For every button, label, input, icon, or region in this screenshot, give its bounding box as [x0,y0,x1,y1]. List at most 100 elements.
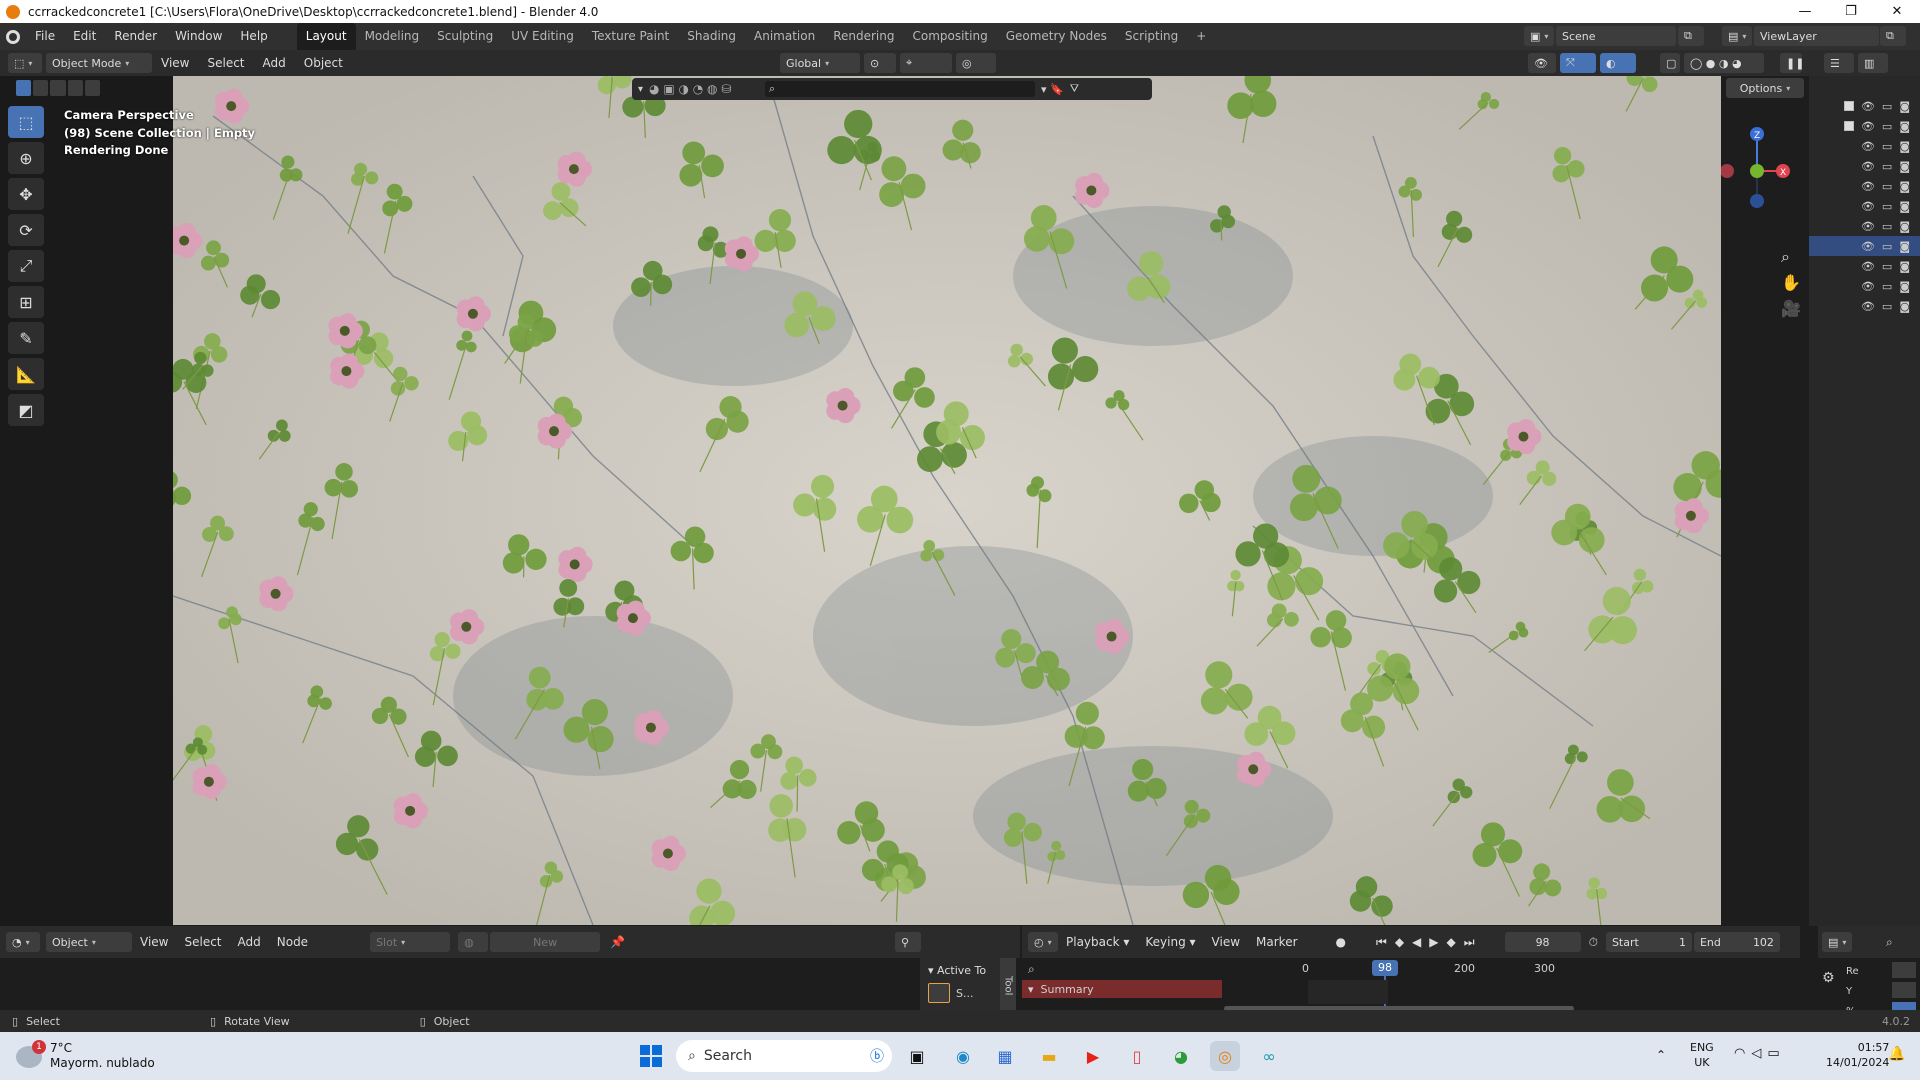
weather-text[interactable]: 7°C Mayorm. nublado [50,1041,155,1071]
pivot-icon[interactable]: ⊙ [864,53,896,73]
camera-render-icon[interactable]: ◙ [1899,300,1910,313]
visibility-icon[interactable]: 👁 [1528,53,1556,73]
record-icon[interactable]: ● [1336,935,1346,949]
shading-modes[interactable]: ◯ ● ◑ ◕ [1684,53,1764,73]
viewport-menu-view[interactable]: View [152,50,198,76]
view-layer-field[interactable]: ViewLayer [1754,26,1879,46]
eye-icon[interactable]: 👁 [1861,140,1875,153]
camera-render-icon[interactable]: ◙ [1899,260,1910,273]
jump-start-icon[interactable]: ⏮ [1376,935,1387,950]
eye-icon[interactable]: 👁 [1861,220,1875,233]
tab-geometry-nodes[interactable]: Geometry Nodes [997,23,1116,50]
pin-icon[interactable]: 📌 [610,935,625,949]
timeline-search[interactable]: ⌕ [1022,960,1222,978]
arduino-icon[interactable]: ∞ [1254,1041,1284,1071]
eye-icon[interactable]: 👁 [1861,180,1875,193]
select-new-icon[interactable] [16,80,32,96]
checkbox-icon[interactable] [1843,121,1854,131]
xray-icon[interactable]: ▢ [1660,53,1680,73]
playhead-frame[interactable]: 98 [1372,960,1398,976]
prev-keyframe-icon[interactable]: ◆ [1395,935,1404,950]
camera-render-icon[interactable]: ◙ [1899,200,1910,213]
jump-end-icon[interactable]: ⏭ [1464,935,1475,950]
close-button[interactable]: ✕ [1874,0,1920,23]
outliner-row[interactable]: 👁 ▭ ◙ [1809,176,1920,196]
tab-compositing[interactable]: Compositing [903,23,996,50]
summary-channel[interactable]: ▾ Summary [1022,980,1222,998]
eye-icon[interactable]: 👁 [1861,260,1875,273]
weather-widget[interactable]: 1 [16,1040,52,1072]
eye-icon[interactable]: 👁 [1861,160,1875,173]
task-view-icon[interactable]: ▣ [902,1041,932,1071]
eye-icon[interactable]: 👁 [1861,300,1875,313]
viewport-menu-select[interactable]: Select [198,50,253,76]
monitor-icon[interactable]: ▭ [1882,260,1892,273]
search-icon[interactable]: ⌕ [1886,935,1893,950]
proportional-edit-icon[interactable]: ◎ [956,53,996,73]
mode-dropdown[interactable]: Object Mode ▾ [46,53,152,73]
play-reverse-icon[interactable]: ◀ [1412,935,1421,950]
eye-icon[interactable]: 👁 [1861,240,1875,253]
outliner-editor-icon[interactable]: ☰ [1824,53,1854,73]
menu-edit[interactable]: Edit [64,23,105,50]
zoom-icon[interactable]: ⌕ [1781,244,1801,270]
shader-menu-node[interactable]: Node [269,935,316,949]
menu-window[interactable]: Window [166,23,231,50]
timeline-menu-view[interactable]: View [1204,935,1248,949]
display-mode-icon[interactable]: ▥ [1858,53,1888,73]
system-tray-icons[interactable]: ◠◁▭ [1734,1046,1786,1061]
select-subtract-icon[interactable] [50,80,66,96]
select-extend-icon[interactable] [33,80,49,96]
taskbar-search[interactable]: ⌕ Search ⓑ [676,1040,892,1072]
new-view-layer-icon[interactable]: ⧉ [1880,26,1906,46]
eye-icon[interactable]: 👁 [1861,280,1875,293]
tab-rendering[interactable]: Rendering [824,23,903,50]
preview-range-icon[interactable]: ⏱ [1589,935,1598,950]
new-material-button[interactable]: New [490,932,601,952]
tab-texture-paint[interactable]: Texture Paint [583,23,678,50]
viewport-menu-add[interactable]: Add [254,50,295,76]
timeline-ruler[interactable]: 0 98 200 300 [1224,958,1580,1014]
outliner-row[interactable]: 👁 ▭ ◙ [1809,236,1920,256]
cursor-icon[interactable]: ⊕ [8,142,44,174]
clock[interactable]: 01:57 14/01/2024 [1826,1040,1889,1070]
outliner-row[interactable]: 👁 ▭ ◙ [1809,276,1920,296]
monitor-icon[interactable]: ▭ [1882,160,1892,173]
timeline-menu-marker[interactable]: Marker [1248,935,1305,949]
camera-render-icon[interactable]: ◙ [1899,160,1910,173]
shader-mode-dropdown[interactable]: Object ▾ [46,932,132,952]
timeline-editor-icon[interactable]: ◴ ▾ [1028,932,1058,952]
monitor-icon[interactable]: ▭ [1882,280,1892,293]
annotate-icon[interactable]: ✎ [8,322,44,354]
rotate-icon[interactable]: ⟳ [8,214,44,246]
office-icon[interactable]: ▯ [1122,1041,1152,1071]
eye-icon[interactable]: 👁 [1861,120,1875,133]
camera-render-icon[interactable]: ◙ [1899,240,1910,253]
menu-file[interactable]: File [26,23,64,50]
outliner-row[interactable]: 👁 ▭ ◙ [1809,196,1920,216]
eye-icon[interactable]: 👁 [1861,100,1875,113]
notification-bell-icon[interactable]: 🔔 [1888,1046,1905,1062]
outliner-row[interactable]: 👁 ▭ ◙ [1809,136,1920,156]
select-invert-icon[interactable] [67,80,83,96]
checkbox-icon[interactable] [1843,101,1854,111]
eye-icon[interactable]: 👁 [1861,200,1875,213]
file-explorer-icon[interactable]: ▬ [1034,1041,1064,1071]
store-icon[interactable]: ▦ [990,1041,1020,1071]
overlay-toggle-icon[interactable]: ◐ [1600,53,1636,73]
blender-menu-icon[interactable] [0,29,26,44]
monitor-icon[interactable]: ▭ [1882,100,1892,113]
end-frame-field[interactable]: End 102 [1693,932,1780,952]
next-keyframe-icon[interactable]: ◆ [1447,935,1456,950]
editor-type-icon[interactable]: ⬚ ▾ [8,53,42,73]
language-indicator[interactable]: ENG UK [1690,1040,1714,1070]
camera-render-icon[interactable]: ◙ [1899,100,1910,113]
pause-render-icon[interactable]: ❚❚ [1780,53,1804,73]
start-frame-field[interactable]: Start 1 [1605,932,1692,952]
outliner-row[interactable]: 👁 ▭ ◙ [1809,116,1920,136]
outliner-row[interactable]: 👁 ▭ ◙ [1809,256,1920,276]
menu-help[interactable]: Help [231,23,276,50]
chrome-icon[interactable]: ◕ [1166,1041,1196,1071]
search-field[interactable]: ⌕ [765,81,1036,97]
pan-hand-icon[interactable]: ✋ [1781,270,1801,296]
